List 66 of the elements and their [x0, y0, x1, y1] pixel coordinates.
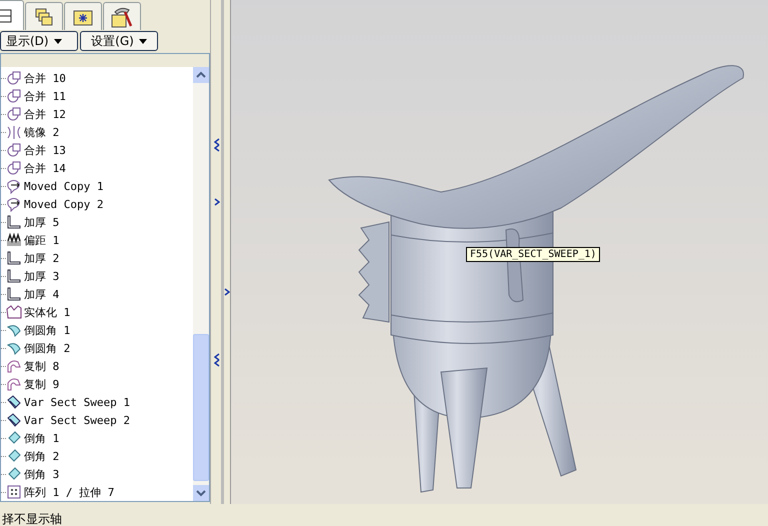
chamfer-feature-icon	[6, 448, 22, 464]
round-feature-icon	[6, 322, 22, 338]
tree-item[interactable]: 复制 9	[24, 376, 60, 392]
thicken-feature-icon	[6, 250, 22, 266]
offset-feature-icon	[6, 232, 22, 248]
chamfer-feature-icon	[6, 430, 22, 446]
merge-feature-icon	[6, 88, 22, 104]
3d-viewport[interactable]: F55(VAR_SECT_SWEEP_1)	[231, 0, 768, 504]
copy-feature-icon	[6, 376, 22, 392]
tree-item[interactable]: 合并 11	[24, 88, 66, 104]
tree-item[interactable]: 加厚 3	[24, 268, 60, 284]
dropdown-button[interactable]: 显示(D)	[0, 31, 78, 51]
tree-item[interactable]: Var Sect Sweep 1	[24, 396, 130, 408]
tree-item[interactable]: 加厚 2	[24, 250, 60, 266]
collapse-arrow-icon[interactable]	[214, 138, 220, 152]
copy-feature-icon	[6, 358, 22, 374]
tree-item[interactable]: 倒角 1	[24, 430, 60, 446]
merge-feature-icon	[6, 106, 22, 122]
moved-copy-feature-icon	[6, 178, 22, 194]
tree-item[interactable]: 加厚 5	[24, 214, 60, 230]
mirror-feature-icon	[6, 124, 22, 140]
tree-item[interactable]: 合并 13	[24, 142, 66, 158]
caret-icon	[54, 38, 62, 44]
caret-icon	[138, 38, 147, 44]
dropdown-button[interactable]: 设置(G)	[80, 31, 158, 51]
tree-item[interactable]: 倒角 2	[24, 448, 60, 464]
round-feature-icon	[6, 340, 22, 356]
tree-item[interactable]: 复制 8	[24, 358, 60, 374]
tree-item[interactable]: 倒角 3	[24, 466, 60, 482]
panel-tab[interactable]	[103, 2, 141, 30]
thicken-feature-icon	[6, 214, 22, 230]
tree-item[interactable]: 合并 14	[24, 160, 66, 176]
scrollbar[interactable]	[193, 67, 209, 501]
feature-tooltip: F55(VAR_SECT_SWEEP_1)	[466, 247, 600, 262]
moved-copy-feature-icon	[6, 196, 22, 212]
tree-item[interactable]: 倒圆角 2	[24, 340, 70, 356]
panel-tab[interactable]	[25, 2, 63, 30]
solidify-feature-icon	[6, 304, 22, 320]
collapse-arrow-icon[interactable]	[214, 353, 220, 367]
tree-icon	[0, 8, 12, 22]
scroll-up-icon[interactable]	[193, 67, 209, 83]
scroll-down-icon[interactable]	[193, 485, 209, 501]
merge-feature-icon	[6, 160, 22, 176]
sweep-feature-icon	[6, 412, 22, 428]
tree-item[interactable]: 偏距 1	[24, 232, 60, 248]
tree-item[interactable]: 倒圆角 1	[24, 322, 70, 338]
thicken-feature-icon	[6, 268, 22, 284]
folder-hammer-icon	[111, 6, 133, 28]
chamfer-feature-icon	[6, 466, 22, 482]
scroll-thumb[interactable]	[193, 334, 209, 481]
tree-item[interactable]: 加厚 4	[24, 286, 60, 302]
status-message: 择不显示轴	[1, 512, 62, 526]
thicken-feature-icon	[6, 286, 22, 302]
merge-feature-icon	[6, 142, 22, 158]
panel-tab[interactable]	[64, 2, 102, 30]
tree-item[interactable]: Moved Copy 2	[24, 198, 104, 210]
tree-item[interactable]: 合并 10	[24, 70, 66, 86]
tree-item[interactable]: Moved Copy 1	[24, 180, 104, 192]
merge-feature-icon	[6, 70, 22, 86]
tree-item[interactable]: 合并 12	[24, 106, 66, 122]
tree-item[interactable]: 阵列 1 / 拉伸 7	[24, 484, 114, 500]
tree-item[interactable]: 实体化 1	[24, 304, 70, 320]
sweep-feature-icon	[6, 394, 22, 410]
stacked-folders-icon	[34, 6, 54, 26]
tree-item[interactable]: 镜像 2	[24, 124, 60, 140]
tree-item[interactable]: Var Sect Sweep 2	[24, 414, 130, 426]
